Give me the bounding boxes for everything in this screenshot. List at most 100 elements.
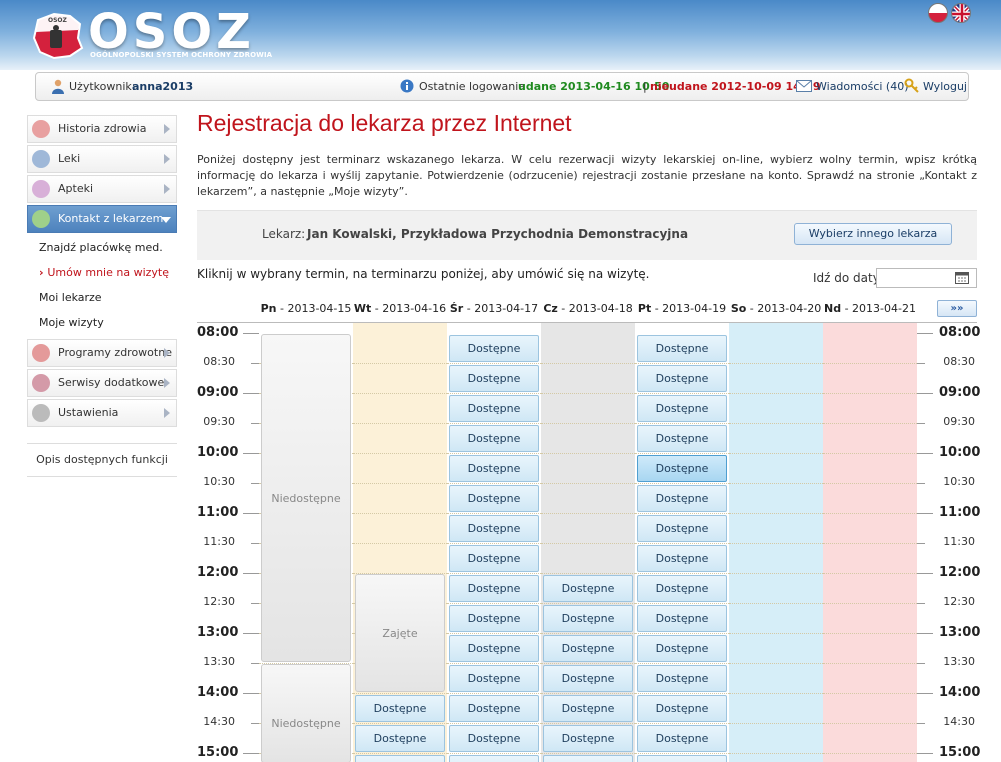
available-slot[interactable]: Dostępne [543,665,633,692]
time-tick [243,693,259,694]
slot-divider [635,753,729,754]
available-slot[interactable]: Dostępne [449,575,539,602]
available-slot[interactable]: Dostępne [355,725,445,752]
available-slot[interactable]: Dostępne [543,575,633,602]
sidebar-subitem-znajdz-placowke[interactable]: Znajdź placówkę med. [27,235,177,260]
available-slot[interactable]: Dostępne [355,695,445,722]
sidebar-subitem-umow-wizyte[interactable]: Umów mnie na wizytę [27,260,177,285]
available-slot[interactable]: Dostępne [637,725,727,752]
available-slot[interactable]: Dostępne [637,485,727,512]
available-slot[interactable]: Dostępne [449,695,539,722]
slot-divider [541,543,635,544]
logout-link[interactable]: Wyloguj [923,80,967,93]
available-slot[interactable]: Dostępne [449,335,539,362]
available-slot[interactable]: Dostępne [543,635,633,662]
slot-divider [447,633,541,634]
sidebar-item-label: Apteki [58,182,94,195]
available-slot[interactable]: Dostępne [637,605,727,632]
slot-divider [353,543,447,544]
slot-divider [541,573,635,574]
available-slot[interactable]: Dostępne [637,545,727,572]
available-slot[interactable]: Dostępne [449,605,539,632]
available-slot[interactable]: Dostępne [449,515,539,542]
sidebar-subitem-moje-wizyty[interactable]: Moje wizyty [27,310,177,335]
time-label: 09:00 [939,385,981,400]
sidebar-item-kontakt-z-lekarzem[interactable]: Kontakt z lekarzem [27,205,177,233]
user-icon [52,79,64,94]
sidebar-item-label: Historia zdrowia [58,122,147,135]
time-tick [251,423,259,424]
available-slot[interactable]: Dostępne [637,755,727,762]
available-slot[interactable]: Dostępne [449,725,539,752]
day-header: Wt - 2013-04-16 [353,302,447,315]
user-bar: Użytkownik: anna2013 Ostatnie logowania … [35,72,969,101]
sidebar-item-apteki[interactable]: Apteki [27,175,177,203]
available-slot[interactable]: Dostępne [449,485,539,512]
available-slot[interactable]: Dostępne [355,755,445,762]
available-slot[interactable]: Dostępne [637,365,727,392]
sidebar-subitem-moi-lekarze[interactable]: Moi lekarze [27,285,177,310]
slot-divider [635,663,729,664]
available-slot[interactable]: Dostępne [637,665,727,692]
time-tick [251,663,259,664]
slot-divider [353,453,447,454]
slot-divider [541,753,635,754]
sidebar-item-ustawienia[interactable]: Ustawienia [27,399,177,427]
slot-divider [635,483,729,484]
available-slot[interactable]: Dostępne [449,395,539,422]
slot-divider [541,663,635,664]
time-label: 12:00 [197,565,239,580]
available-slot[interactable]: Dostępne [449,455,539,482]
sidebar-item-historia-zdrowia[interactable]: Historia zdrowia [27,115,177,143]
chevron-right-icon [164,378,170,388]
time-tick [243,453,259,454]
available-slot[interactable]: Dostępne [543,695,633,722]
available-slot[interactable]: Dostępne [543,755,633,762]
available-slot[interactable]: Dostępne [449,635,539,662]
available-slot[interactable]: Dostępne [637,455,727,482]
available-slot[interactable]: Dostępne [637,575,727,602]
slot-divider [823,363,917,364]
sidebar-item-programy-zdrowotne[interactable]: Programy zdrowotne [27,339,177,367]
slot-divider [541,453,635,454]
available-slot[interactable]: Dostępne [543,725,633,752]
messages-link[interactable]: Wiadomości (40) [816,80,909,93]
slot-divider [447,693,541,694]
calendar-icon[interactable] [955,271,969,284]
available-slot[interactable]: Dostępne [449,545,539,572]
time-tick [917,423,925,424]
next-week-button[interactable]: »» [937,300,977,317]
keys-icon[interactable] [904,78,920,94]
polish-flag-icon[interactable] [928,3,948,23]
english-flag-icon[interactable] [951,3,971,23]
available-slot[interactable]: Dostępne [449,425,539,452]
functions-description-link[interactable]: Opis dostępnych funkcji [27,443,177,477]
available-slot[interactable]: Dostępne [543,605,633,632]
sidebar-item-label: Leki [58,152,81,165]
time-label: 11:30 [203,535,235,548]
sidebar-item-leki[interactable]: Leki [27,145,177,173]
available-slot[interactable]: Dostępne [637,695,727,722]
available-slot[interactable]: Dostępne [637,515,727,542]
available-slot[interactable]: Dostępne [637,395,727,422]
sidebar-item-serwisy-dodatkowe[interactable]: Serwisy dodatkowe [27,369,177,397]
available-slot[interactable]: Dostępne [449,755,539,762]
available-slot[interactable]: Dostępne [637,335,727,362]
change-doctor-button[interactable]: Wybierz innego lekarza [794,223,952,245]
available-slot[interactable]: Dostępne [637,425,727,452]
slot-divider [353,723,447,724]
time-label: 10:30 [203,475,235,488]
time-tick [917,573,933,574]
envelope-icon[interactable] [796,80,812,92]
available-slot[interactable]: Dostępne [449,365,539,392]
day-date: - 2013-04-18 [557,302,633,315]
slot-divider [823,513,917,514]
doctor-box: Lekarz: Jan Kowalski, Przykładowa Przych… [197,210,977,260]
available-slot[interactable]: Dostępne [449,665,539,692]
available-slot[interactable]: Dostępne [637,635,727,662]
time-tick [251,543,259,544]
slot-divider [541,363,635,364]
time-tick [243,513,259,514]
time-label: 14:00 [197,685,239,700]
doctor-value: Jan Kowalski, Przykładowa Przychodnia De… [307,227,689,241]
